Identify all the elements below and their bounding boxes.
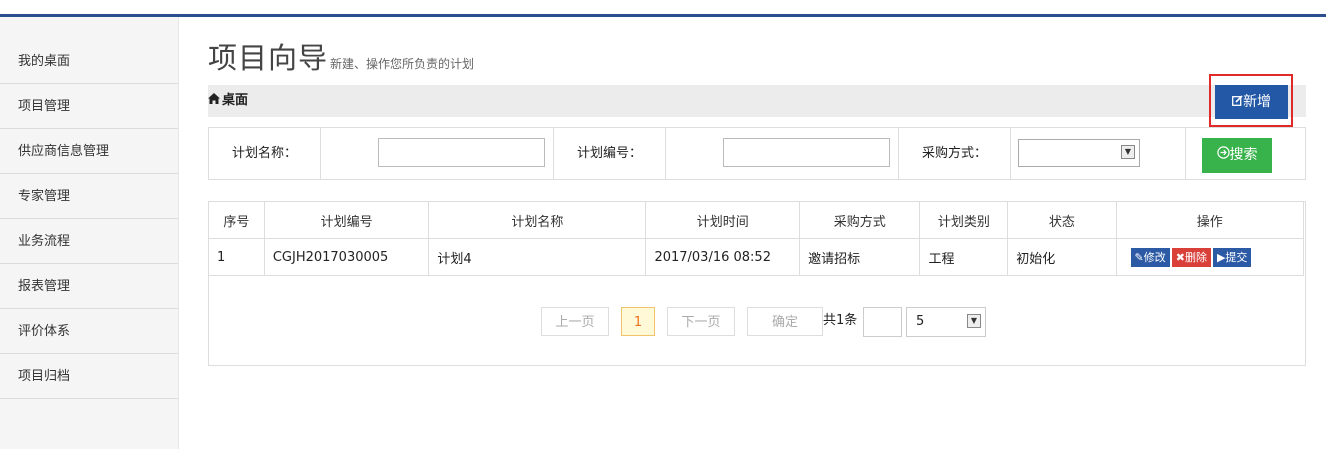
col-header-plan-time: 计划时间 xyxy=(645,201,801,239)
col-header-status: 状态 xyxy=(1007,201,1117,239)
confirm-page-button[interactable]: 确定 xyxy=(747,307,823,336)
sidebar-item-projects[interactable]: 项目管理 xyxy=(0,84,178,129)
submit-button[interactable]: ▶提交 xyxy=(1212,247,1252,267)
prev-page-button[interactable]: 上一页 xyxy=(541,307,609,336)
plans-table: 序号 计划编号 计划名称 计划时间 采购方式 计划类别 状态 操作 1 CGJH… xyxy=(208,201,1305,276)
page-title: 项目向导 新建、操作您所负责的计划 xyxy=(208,35,474,77)
col-header-method: 采购方式 xyxy=(799,201,921,239)
sidebar-item-workflow[interactable]: 业务流程 xyxy=(0,219,178,264)
delete-button[interactable]: ✖删除 xyxy=(1171,247,1211,267)
plan-name-label: 计划名称： xyxy=(209,128,321,179)
search-button[interactable]: 搜索 xyxy=(1202,138,1272,173)
results-panel: 序号 计划编号 计划名称 计划时间 采购方式 计划类别 状态 操作 1 CGJH… xyxy=(208,201,1306,366)
cell-plan-name: 计划4 xyxy=(428,238,647,276)
edit-icon: ✎ xyxy=(1134,250,1144,264)
total-count: 共1条 xyxy=(823,313,858,328)
add-button-label: 新增 xyxy=(1243,94,1271,110)
search-button-label: 搜索 xyxy=(1229,147,1258,163)
sidebar-item-reports[interactable]: 报表管理 xyxy=(0,264,178,309)
top-bar xyxy=(0,0,1326,17)
cell-actions: ✎修改 ✖删除 ▶提交 xyxy=(1115,238,1305,276)
next-page-button[interactable]: 下一页 xyxy=(667,307,735,336)
purchase-method-label: 采购方式： xyxy=(899,128,1011,179)
sidebar-item-suppliers[interactable]: 供应商信息管理 xyxy=(0,129,178,174)
breadcrumb-label[interactable]: 桌面 xyxy=(222,93,248,108)
close-icon: ✖ xyxy=(1175,250,1185,264)
sidebar-item-archive[interactable]: 项目归档 xyxy=(0,354,178,399)
col-header-index: 序号 xyxy=(208,201,265,239)
submit-button-label: 提交 xyxy=(1225,250,1248,264)
page-number-input[interactable] xyxy=(863,307,902,337)
cell-status: 初始化 xyxy=(1007,238,1117,276)
arrow-circle-icon xyxy=(1216,146,1230,163)
dropdown-arrow-icon: ▼ xyxy=(1121,145,1135,159)
col-header-category: 计划类别 xyxy=(919,201,1009,239)
cell-plan-no: CGJH2017030005 xyxy=(263,238,430,276)
col-header-actions: 操作 xyxy=(1115,201,1305,239)
add-button[interactable]: 新增 xyxy=(1215,85,1288,119)
purchase-method-select[interactable]: ▼ xyxy=(1018,139,1140,167)
edit-icon xyxy=(1232,94,1243,110)
current-page-button[interactable]: 1 xyxy=(621,307,655,336)
cell-index: 1 xyxy=(208,238,265,276)
plan-no-label: 计划编号： xyxy=(554,128,666,179)
edit-button[interactable]: ✎修改 xyxy=(1130,247,1170,267)
sidebar-item-experts[interactable]: 专家管理 xyxy=(0,174,178,219)
breadcrumb: 桌面 xyxy=(208,85,1306,117)
page-size-value: 5 xyxy=(916,314,925,329)
sidebar-item-desktop[interactable]: 我的桌面 xyxy=(0,39,178,84)
sidebar-item-evaluation[interactable]: 评价体系 xyxy=(0,309,178,354)
edit-button-label: 修改 xyxy=(1143,250,1166,264)
page-subtitle: 新建、操作您所负责的计划 xyxy=(330,57,475,71)
table-header-row: 序号 计划编号 计划名称 计划时间 采购方式 计划类别 状态 操作 xyxy=(208,201,1305,239)
col-header-plan-name: 计划名称 xyxy=(428,201,647,239)
sidebar: 我的桌面 项目管理 供应商信息管理 专家管理 业务流程 报表管理 评价体系 项目… xyxy=(0,17,179,449)
cell-category: 工程 xyxy=(919,238,1009,276)
cell-method: 邀请招标 xyxy=(799,238,921,276)
purchase-method-cell: ▼ xyxy=(1011,128,1186,179)
dropdown-arrow-icon: ▼ xyxy=(967,314,981,328)
table-row: 1 CGJH2017030005 计划4 2017/03/16 08:52 邀请… xyxy=(208,238,1305,276)
page-size-select[interactable]: 5 ▼ xyxy=(906,307,986,337)
search-filter-bar: 计划名称： 计划编号： 采购方式： ▼ 搜索 xyxy=(208,127,1306,180)
col-header-plan-no: 计划编号 xyxy=(263,201,430,239)
plan-name-cell xyxy=(321,128,554,179)
cell-plan-time: 2017/03/16 08:52 xyxy=(645,238,801,276)
page-title-text: 项目向导 xyxy=(208,41,329,75)
plan-no-cell xyxy=(666,128,899,179)
delete-button-label: 删除 xyxy=(1184,250,1207,264)
home-icon xyxy=(208,85,222,117)
plan-no-input[interactable] xyxy=(723,138,890,167)
plan-name-input[interactable] xyxy=(378,138,545,167)
